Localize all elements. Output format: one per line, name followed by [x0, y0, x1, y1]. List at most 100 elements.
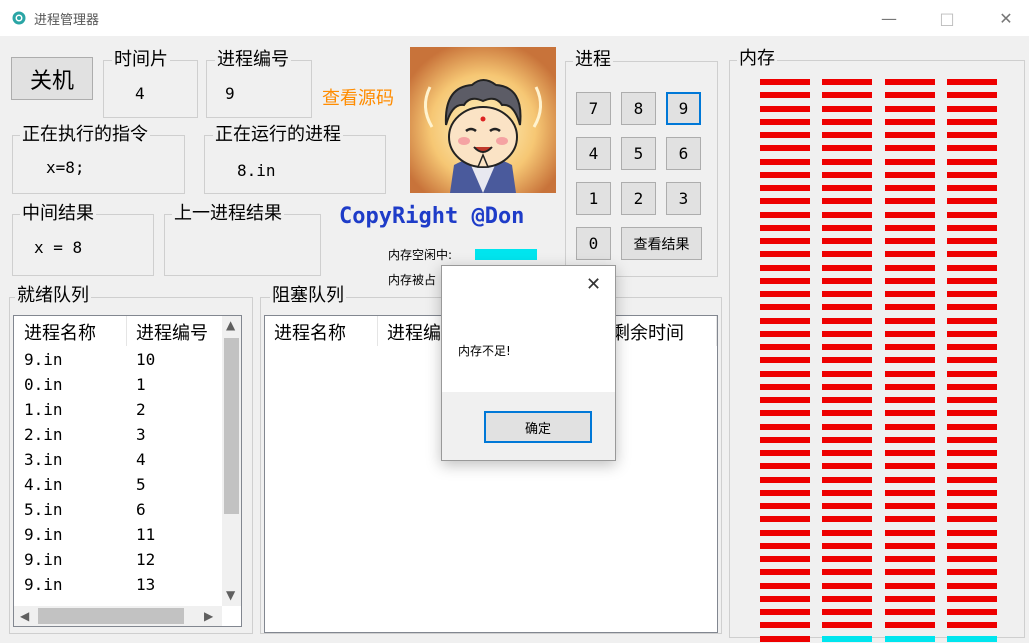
memory-block-free	[822, 636, 872, 642]
memory-block-occupied	[760, 569, 810, 575]
ready-vertical-thumb[interactable]	[224, 338, 239, 514]
ready-row-name[interactable]: 9.in	[24, 350, 63, 369]
maximize-button[interactable]: □	[924, 0, 970, 36]
ready-row-name[interactable]: 5.in	[24, 500, 63, 519]
memory-block-occupied	[822, 185, 872, 191]
memory-block-occupied	[822, 251, 872, 257]
scroll-down-arrow-icon[interactable]: ▼	[226, 588, 235, 602]
scroll-up-arrow-icon[interactable]: ▲	[226, 318, 235, 332]
memory-block-occupied	[760, 609, 810, 615]
process-key-6[interactable]: 6	[666, 137, 701, 170]
ready-row-id[interactable]: 3	[136, 425, 146, 444]
memory-block-occupied	[947, 198, 997, 204]
ready-row-name[interactable]: 2.in	[24, 425, 63, 444]
ready-row-id[interactable]: 12	[136, 550, 155, 569]
memory-block-occupied	[760, 106, 810, 112]
ready-row-id[interactable]: 10	[136, 350, 155, 369]
ready-row-id[interactable]: 6	[136, 500, 146, 519]
gear-icon	[12, 11, 26, 25]
process-key-3[interactable]: 3	[666, 182, 701, 215]
ready-col-divider	[126, 316, 127, 346]
ready-row-id[interactable]: 1	[136, 375, 146, 394]
memory-block-occupied	[947, 159, 997, 165]
memory-block-occupied	[947, 397, 997, 403]
memory-block-occupied	[822, 132, 872, 138]
memory-free-legend: 内存空闲中:	[388, 248, 453, 262]
view-results-button[interactable]: 查看结果	[621, 227, 702, 260]
dialog-ok-button[interactable]: 确定	[484, 411, 592, 443]
dialog-close-icon[interactable]: ✕	[586, 274, 601, 295]
memory-block-occupied	[947, 530, 997, 536]
ready-col-id[interactable]: 进程编号	[136, 319, 208, 345]
memory-block-occupied	[885, 477, 935, 483]
memory-block-occupied	[822, 318, 872, 324]
alert-dialog: ✕ 内存不足! 确定	[441, 265, 616, 461]
process-key-7[interactable]: 7	[576, 92, 611, 125]
memory-block-occupied	[947, 318, 997, 324]
ready-row-id[interactable]: 2	[136, 400, 146, 419]
memory-block-occupied	[947, 410, 997, 416]
view-source-link[interactable]: 查看源码	[322, 84, 394, 110]
shutdown-button[interactable]: 关机	[11, 57, 93, 100]
memory-block-occupied	[822, 238, 872, 244]
memory-block-occupied	[947, 304, 997, 310]
scroll-right-arrow-icon[interactable]: ▶	[204, 609, 213, 623]
memory-block-occupied	[760, 251, 810, 257]
memory-block-occupied	[947, 622, 997, 628]
memory-block-occupied	[760, 172, 810, 178]
avatar	[410, 47, 556, 193]
memory-block-occupied	[885, 225, 935, 231]
ready-row-id[interactable]: 5	[136, 475, 146, 494]
memory-block-occupied	[885, 556, 935, 562]
memory-block-occupied	[822, 106, 872, 112]
ready-row-id[interactable]: 13	[136, 575, 155, 594]
window-title: 进程管理器	[34, 13, 100, 28]
ready-row-name[interactable]: 3.in	[24, 450, 63, 469]
ready-row-name[interactable]: 9.in	[24, 550, 63, 569]
process-key-4[interactable]: 4	[576, 137, 611, 170]
memory-block-occupied	[822, 212, 872, 218]
close-button[interactable]: ✕	[983, 0, 1029, 36]
process-key-8[interactable]: 8	[621, 92, 656, 125]
process-key-2[interactable]: 2	[621, 182, 656, 215]
process-key-1[interactable]: 1	[576, 182, 611, 215]
blocked-col-remaining[interactable]: 剩余时间	[612, 319, 684, 345]
ready-row-name[interactable]: 9.in	[24, 575, 63, 594]
ready-horizontal-scrollbar[interactable]: ◀ ▶	[14, 606, 222, 626]
previous-result-label: 上一进程结果	[172, 203, 284, 224]
time-slice-label: 时间片	[112, 49, 170, 70]
memory-block-occupied	[947, 371, 997, 377]
scroll-left-arrow-icon[interactable]: ◀	[20, 609, 29, 623]
memory-free-swatch	[475, 249, 537, 260]
memory-block-occupied	[947, 79, 997, 85]
memory-block-occupied	[822, 331, 872, 337]
ready-row-id[interactable]: 11	[136, 525, 155, 544]
ready-col-name[interactable]: 进程名称	[24, 319, 96, 345]
process-key-9[interactable]: 9	[666, 92, 701, 125]
intermediate-result-value: x = 8	[34, 238, 83, 257]
ready-horizontal-thumb[interactable]	[38, 608, 184, 624]
memory-block-occupied	[885, 543, 935, 549]
ready-row-name[interactable]: 9.in	[24, 525, 63, 544]
memory-block-occupied	[885, 198, 935, 204]
memory-block-occupied	[885, 106, 935, 112]
memory-block-occupied	[947, 172, 997, 178]
ready-vertical-scrollbar[interactable]: ▲ ▼	[222, 316, 241, 606]
intermediate-result-label: 中间结果	[20, 203, 96, 224]
ready-row-name[interactable]: 0.in	[24, 375, 63, 394]
memory-block-occupied	[760, 132, 810, 138]
memory-block-occupied	[947, 278, 997, 284]
ready-row-name[interactable]: 4.in	[24, 475, 63, 494]
memory-block-occupied	[885, 516, 935, 522]
ready-row-name[interactable]: 1.in	[24, 400, 63, 419]
ready-row-id[interactable]: 4	[136, 450, 146, 469]
memory-block-occupied	[947, 145, 997, 151]
memory-block-occupied	[947, 106, 997, 112]
instruction-value: x=8;	[46, 158, 85, 177]
minimize-button[interactable]: —	[866, 0, 912, 36]
process-key-0[interactable]: 0	[576, 227, 611, 260]
blocked-col-name[interactable]: 进程名称	[274, 319, 346, 345]
process-key-5[interactable]: 5	[621, 137, 656, 170]
memory-block-occupied	[947, 503, 997, 509]
blocked-col-id[interactable]: 进程编	[387, 319, 441, 345]
